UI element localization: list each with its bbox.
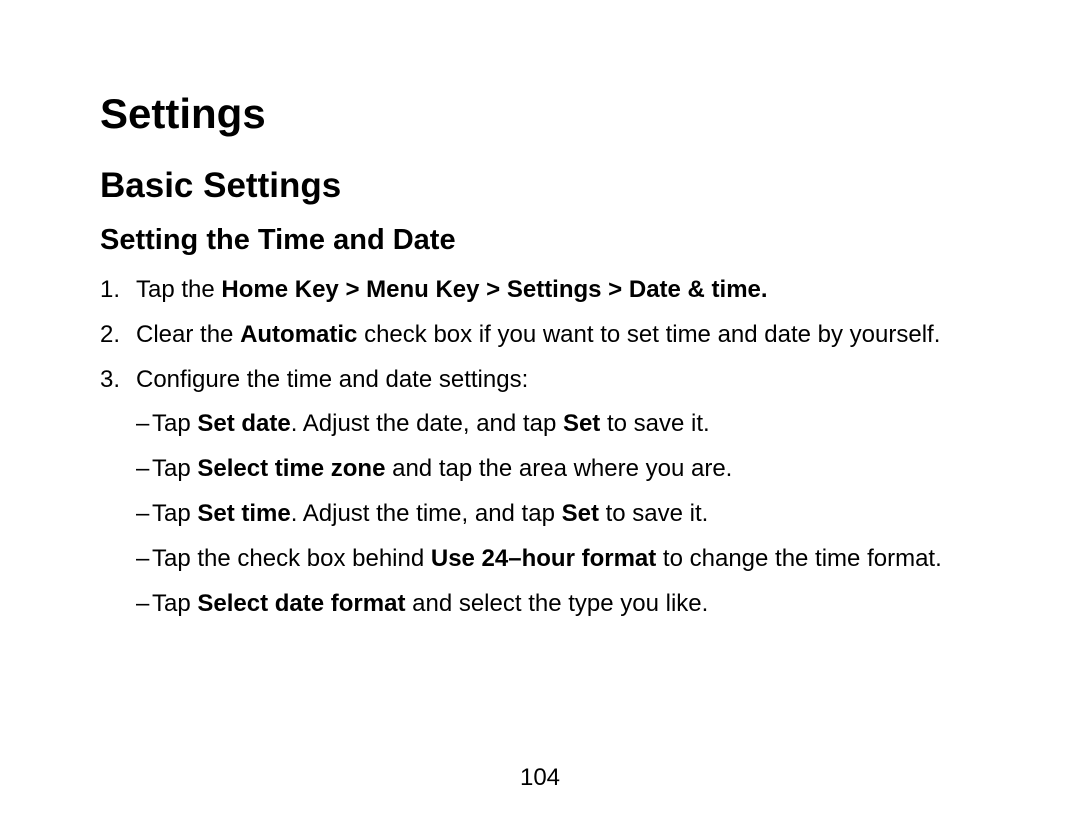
substep-2: Tap Select time zone and tap the area wh… [136, 452, 980, 487]
substep-text: to change the time format. [656, 545, 941, 572]
substep-4: Tap the check box behind Use 24–hour for… [136, 542, 980, 577]
substep-bold: Set time [197, 500, 290, 527]
substep-text: Tap the check box behind [152, 545, 431, 572]
substep-bold: Set [563, 410, 600, 437]
substep-1: Tap Set date. Adjust the date, and tap S… [136, 407, 980, 442]
substep-text: . Adjust the time, and tap [291, 500, 562, 527]
page-title: Settings [100, 90, 980, 138]
step-text: Clear the [136, 321, 240, 348]
step-bold: Automatic [240, 321, 357, 348]
substep-text: Tap [152, 500, 197, 527]
step-intro: Configure the time and date settings: [136, 366, 528, 393]
substep-text: Tap [152, 590, 197, 617]
step-text: Tap the [136, 276, 221, 303]
substep-text: and select the type you like. [405, 590, 708, 617]
substep-text: Tap [152, 455, 197, 482]
substep-text: to save it. [599, 500, 708, 527]
step-text: check box if you want to set time and da… [357, 321, 940, 348]
substeps-list: Tap Set date. Adjust the date, and tap S… [136, 407, 980, 621]
step-3: Configure the time and date settings: Ta… [100, 363, 980, 622]
substep-3: Tap Set time. Adjust the time, and tap S… [136, 497, 980, 532]
section-title: Basic Settings [100, 166, 980, 206]
page-number: 104 [0, 764, 1080, 792]
steps-list: Tap the Home Key > Menu Key > Settings >… [100, 273, 980, 621]
substep-bold: Set [562, 500, 599, 527]
substep-text: . Adjust the date, and tap [291, 410, 563, 437]
substep-text: and tap the area where you are. [385, 455, 732, 482]
substep-bold: Select date format [197, 590, 405, 617]
substep-bold: Use 24–hour format [431, 545, 656, 572]
subsection-title: Setting the Time and Date [100, 224, 980, 257]
step-2: Clear the Automatic check box if you wan… [100, 318, 980, 353]
substep-text: to save it. [600, 410, 709, 437]
substep-text: Tap [152, 410, 197, 437]
step-bold: Home Key > Menu Key > Settings > Date & … [221, 276, 767, 303]
substep-5: Tap Select date format and select the ty… [136, 587, 980, 622]
substep-bold: Select time zone [197, 455, 385, 482]
step-1: Tap the Home Key > Menu Key > Settings >… [100, 273, 980, 308]
substep-bold: Set date [197, 410, 290, 437]
